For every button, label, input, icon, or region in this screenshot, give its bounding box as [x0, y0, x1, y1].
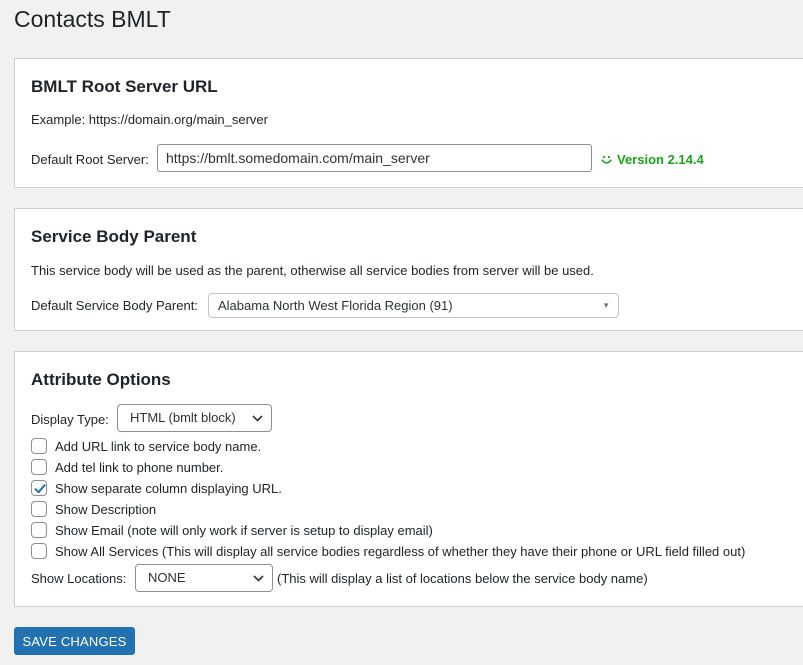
option-checkbox[interactable] [31, 522, 47, 538]
root-server-input[interactable] [157, 144, 592, 172]
option-label: Show Email (note will only work if serve… [55, 522, 433, 538]
service-body-select[interactable]: Alabama North West Florida Region (91) ▼ [208, 293, 619, 318]
option-label: Show All Services (This will display all… [55, 543, 746, 559]
attribute-option-row[interactable]: Add URL link to service body name. [31, 438, 261, 454]
attribute-option-row[interactable]: Show separate column displaying URL. [31, 480, 282, 496]
option-checkbox[interactable] [31, 480, 47, 496]
attribute-option-row[interactable]: Show Email (note will only work if serve… [31, 522, 433, 538]
show-locations-selected: NONE [148, 570, 186, 585]
service-body-heading: Service Body Parent [31, 227, 197, 246]
smile-icon [600, 153, 613, 166]
service-body-panel: Service Body Parent This service body wi… [14, 208, 803, 331]
service-body-description: This service body will be used as the pa… [31, 263, 594, 278]
root-server-panel: BMLT Root Server URL Example: https://do… [14, 58, 803, 188]
root-server-heading: BMLT Root Server URL [31, 77, 218, 96]
attribute-option-row[interactable]: Show All Services (This will display all… [31, 543, 745, 559]
display-type-selected: HTML (bmlt block) [130, 410, 236, 425]
chevron-down-icon [252, 405, 263, 431]
caret-down-icon: ▼ [602, 301, 610, 310]
show-locations-select[interactable]: NONE [135, 564, 273, 592]
attribute-options-panel: Attribute Options Display Type: HTML (bm… [14, 351, 803, 607]
save-changes-button[interactable]: SAVE CHANGES [14, 627, 135, 655]
attribute-options-heading: Attribute Options [31, 370, 171, 389]
root-server-label: Default Root Server: [31, 152, 149, 167]
chevron-down-icon [253, 565, 264, 591]
option-checkbox[interactable] [31, 438, 47, 454]
option-label: Add tel link to phone number. [55, 459, 224, 475]
root-server-example: Example: https://domain.org/main_server [31, 112, 268, 127]
version-status: Version 2.14.4 [600, 152, 704, 167]
show-locations-label: Show Locations: [31, 571, 127, 586]
version-text: Version 2.14.4 [617, 152, 704, 167]
display-type-label: Display Type: [31, 412, 109, 427]
option-checkbox[interactable] [31, 459, 47, 475]
show-locations-note: (This will display a list of locations b… [277, 571, 648, 586]
option-label: Show Description [55, 501, 157, 517]
attribute-option-row[interactable]: Add tel link to phone number. [31, 459, 223, 475]
option-checkbox[interactable] [31, 543, 47, 559]
display-type-select[interactable]: HTML (bmlt block) [117, 404, 272, 432]
option-checkbox[interactable] [31, 501, 47, 517]
service-body-label: Default Service Body Parent: [31, 298, 198, 313]
checkmark-icon [34, 484, 46, 494]
option-label: Show separate column displaying URL. [55, 480, 282, 496]
service-body-selected: Alabama North West Florida Region (91) [218, 298, 453, 313]
page-title: Contacts BMLT [14, 6, 171, 32]
option-label: Add URL link to service body name. [55, 438, 262, 454]
attribute-option-row[interactable]: Show Description [31, 501, 156, 517]
